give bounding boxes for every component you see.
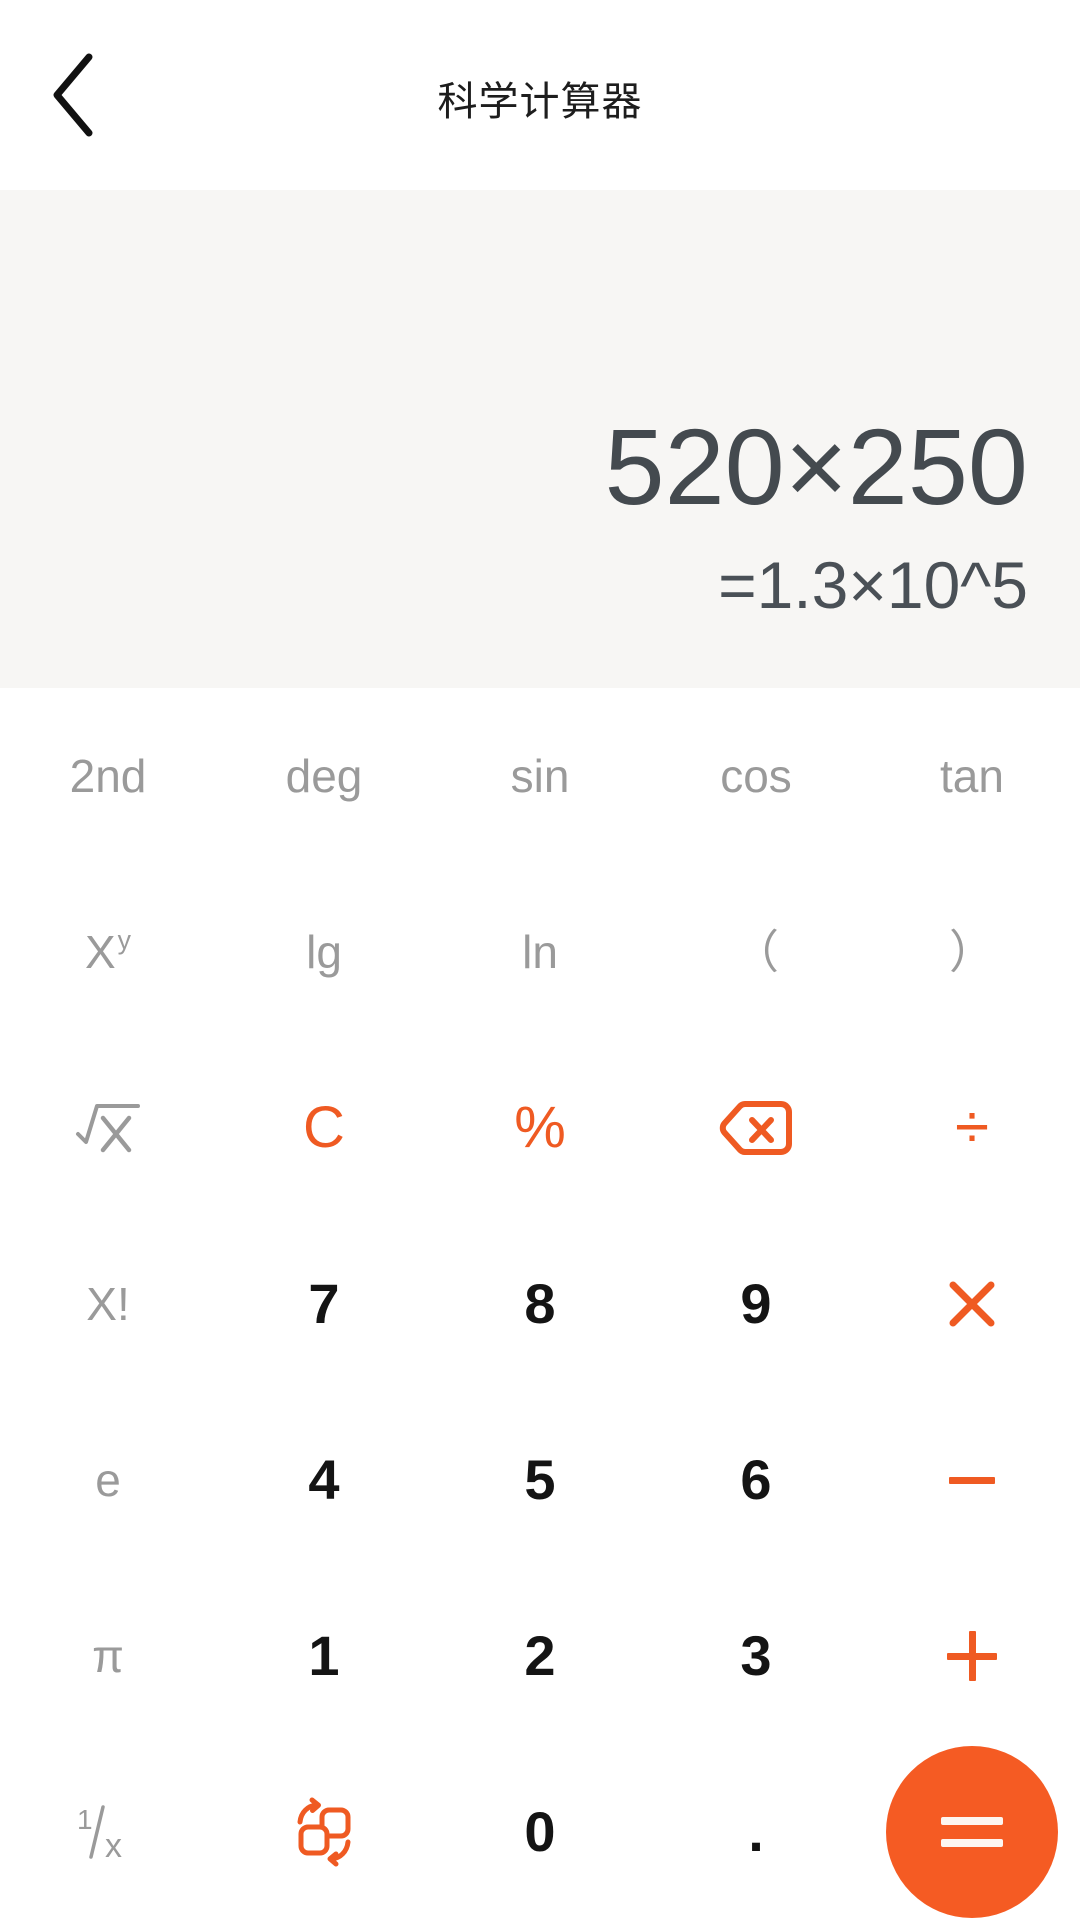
back-button[interactable] <box>18 40 128 150</box>
minus-icon <box>949 1476 995 1484</box>
key-label: tan <box>940 750 1004 802</box>
key-tan[interactable]: tan <box>864 688 1080 864</box>
key-2[interactable]: 2 <box>432 1568 648 1744</box>
display-expression: 520×250 <box>604 406 1028 528</box>
key-label: 9 <box>740 1272 772 1335</box>
key-base: X <box>84 926 116 978</box>
key-label: 7 <box>308 1272 340 1335</box>
key-exponent: y <box>117 925 132 956</box>
backspace-icon <box>719 1100 793 1156</box>
key-9[interactable]: 9 <box>648 1216 864 1392</box>
key-label: . <box>748 1800 764 1863</box>
key-clear[interactable]: C <box>216 1040 432 1216</box>
key-7[interactable]: 7 <box>216 1216 432 1392</box>
key-label: 2 <box>524 1624 556 1687</box>
key-divide[interactable]: ÷ <box>864 1040 1080 1216</box>
key-label: % <box>514 1095 566 1160</box>
multiply-icon <box>947 1279 997 1329</box>
scientific-calculator-app: 科学计算器 520×250 =1.3×10^5 2nd deg sin cos … <box>0 0 1080 1920</box>
chevron-left-icon <box>49 53 97 137</box>
key-8[interactable]: 8 <box>432 1216 648 1392</box>
key-3[interactable]: 3 <box>648 1568 864 1744</box>
key-power[interactable]: Xy <box>0 864 216 1040</box>
plus-icon <box>947 1631 997 1681</box>
key-label: deg <box>285 750 363 802</box>
key-label: 5 <box>524 1448 556 1511</box>
svg-text:1: 1 <box>77 1804 93 1835</box>
key-label: e <box>95 1454 121 1506</box>
key-label: 0 <box>524 1800 556 1863</box>
key-1[interactable]: 1 <box>216 1568 432 1744</box>
key-0[interactable]: 0 <box>432 1744 648 1920</box>
key-convert[interactable] <box>216 1744 432 1920</box>
equals-icon <box>941 1817 1003 1847</box>
key-factorial[interactable]: X! <box>0 1216 216 1392</box>
key-label: ln <box>522 926 558 978</box>
key-equals-cell <box>864 1744 1080 1920</box>
key-2nd[interactable]: 2nd <box>0 688 216 864</box>
key-label: 2nd <box>69 750 147 802</box>
key-add[interactable] <box>864 1568 1080 1744</box>
key-label: 6 <box>740 1448 772 1511</box>
key-label: 4 <box>308 1448 340 1511</box>
key-percent[interactable]: % <box>432 1040 648 1216</box>
key-label: 3 <box>740 1624 772 1687</box>
key-e[interactable]: e <box>0 1392 216 1568</box>
calculator-display[interactable]: 520×250 =1.3×10^5 <box>0 190 1080 688</box>
key-lg[interactable]: lg <box>216 864 432 1040</box>
key-ln[interactable]: ln <box>432 864 648 1040</box>
display-result: =1.3×10^5 <box>718 547 1028 622</box>
key-equals[interactable] <box>886 1746 1058 1918</box>
key-label: lg <box>306 926 342 978</box>
fraction-icon: 1 x <box>73 1801 143 1863</box>
key-label: π <box>92 1630 124 1682</box>
key-5[interactable]: 5 <box>432 1392 648 1568</box>
keypad: 2nd deg sin cos tan Xy lg ln （ ） C % ÷ X… <box>0 688 1080 1920</box>
key-label: ） <box>949 926 995 978</box>
key-label: Xy <box>84 925 132 978</box>
key-subtract[interactable] <box>864 1392 1080 1568</box>
key-label: 8 <box>524 1272 556 1335</box>
svg-text:x: x <box>105 1827 122 1863</box>
key-label: sin <box>510 750 570 802</box>
key-paren-open[interactable]: （ <box>648 864 864 1040</box>
key-decimal[interactable]: . <box>648 1744 864 1920</box>
key-backspace[interactable] <box>648 1040 864 1216</box>
key-reciprocal[interactable]: 1 x <box>0 1744 216 1920</box>
key-multiply[interactable] <box>864 1216 1080 1392</box>
key-label: （ <box>733 926 779 978</box>
key-paren-close[interactable]: ） <box>864 864 1080 1040</box>
key-label: C <box>303 1095 345 1160</box>
key-label: cos <box>720 750 792 802</box>
key-label: ÷ <box>954 1093 990 1162</box>
convert-swap-icon <box>288 1796 360 1868</box>
key-deg[interactable]: deg <box>216 688 432 864</box>
key-cos[interactable]: cos <box>648 688 864 864</box>
page-title: 科学计算器 <box>437 79 643 125</box>
key-label: X! <box>86 1278 130 1330</box>
key-sqrt[interactable] <box>0 1040 216 1216</box>
key-6[interactable]: 6 <box>648 1392 864 1568</box>
key-label: 1 <box>308 1624 340 1687</box>
app-header: 科学计算器 <box>0 0 1080 190</box>
key-4[interactable]: 4 <box>216 1392 432 1568</box>
key-sin[interactable]: sin <box>432 688 648 864</box>
sqrt-icon <box>75 1098 141 1158</box>
key-pi[interactable]: π <box>0 1568 216 1744</box>
